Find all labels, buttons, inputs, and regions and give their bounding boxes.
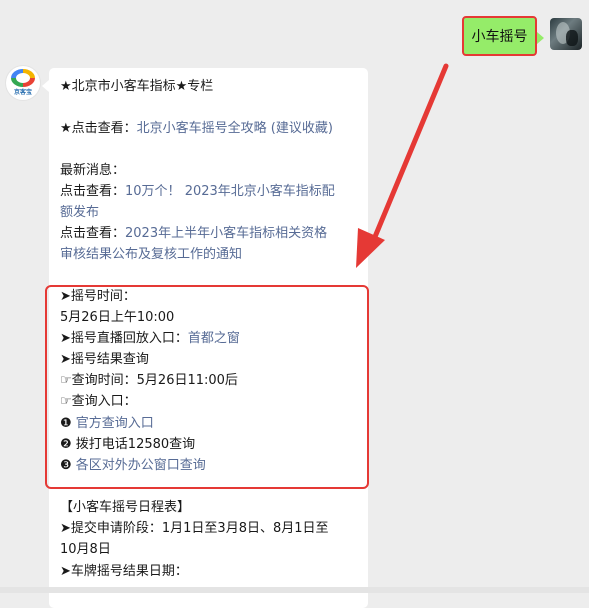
arrow-shaft <box>369 63 449 247</box>
bubble-tail <box>537 32 544 44</box>
district-window-link[interactable]: 各区对外办公窗口查询 <box>76 458 206 473</box>
bottom-edge <box>0 587 589 593</box>
entry2-line: ❷ 拨打电话12580查询 <box>60 435 195 455</box>
news2-link-continued[interactable]: 审核结果公布及复核工作的通知 <box>60 245 242 265</box>
news1-link-continued[interactable]: 额发布 <box>60 203 99 223</box>
bubble-tail <box>42 80 49 92</box>
news1-link[interactable]: 10万个！ 2023年北京小客车指标配 <box>125 184 335 199</box>
number-two-icon: ❷ <box>60 437 72 452</box>
number-three-icon: ❸ <box>60 458 72 473</box>
entry3-line: ❸ 各区对外办公窗口查询 <box>60 456 206 476</box>
news1-line: 点击查看：10万个！ 2023年北京小客车指标配 <box>60 182 335 202</box>
guide-link[interactable]: 北京小客车摇号全攻略 (建议收藏) <box>137 121 333 136</box>
live-prefix: ➤摇号直播回放入口： <box>60 331 188 346</box>
submit-phase-line: ➤提交申请阶段：1月1日至3月8日、8月1日至 <box>60 521 329 536</box>
result-heading: ➤摇号结果查询 <box>60 352 149 367</box>
logo-ring-center <box>16 73 30 83</box>
news2-line: 点击查看：2023年上半年小客车指标相关资格 <box>60 224 327 244</box>
entry1-line: ❶ 官方查询入口 <box>60 414 154 434</box>
guide-line: ★点击查看：北京小客车摇号全攻略 (建议收藏) <box>60 119 333 139</box>
outgoing-message-text: 小车摇号 <box>471 29 528 45</box>
schedule-title: 【小客车摇号日程表】 <box>60 500 191 515</box>
submit-phase-continued: 10月8日 <box>60 542 111 557</box>
query-entry-label: ☞查询入口： <box>60 394 137 409</box>
phone-query-text: 拨打电话12580查询 <box>75 437 196 452</box>
message-title: ★北京市小客车指标★专栏 <box>60 79 214 94</box>
live-link[interactable]: 首都之窗 <box>188 331 240 346</box>
avatar-shape <box>566 30 578 46</box>
lottery-time-value: 5月26日上午10:00 <box>60 310 175 325</box>
guide-prefix: ★点击查看： <box>60 121 137 136</box>
news1-prefix: 点击查看： <box>60 184 126 199</box>
news2-link[interactable]: 2023年上半年小客车指标相关资格 <box>125 226 327 241</box>
user-avatar[interactable] <box>550 18 582 50</box>
query-time: ☞查询时间：5月26日11:00后 <box>60 373 238 388</box>
outgoing-message-bubble[interactable]: 小车摇号 <box>462 16 544 56</box>
number-one-icon: ❶ <box>60 416 72 431</box>
plate-result-date: ➤车牌摇号结果日期： <box>60 564 188 579</box>
latest-heading: 最新消息： <box>60 163 126 178</box>
news2-prefix: 点击查看： <box>60 226 126 241</box>
official-query-link[interactable]: 官方查询入口 <box>76 416 154 431</box>
lottery-time-label: ➤摇号时间： <box>60 289 136 304</box>
live-line: ➤摇号直播回放入口：首都之窗 <box>60 329 240 349</box>
bot-avatar[interactable]: 京客宝 <box>6 66 40 100</box>
avatar-caption: 京客宝 <box>13 89 32 96</box>
